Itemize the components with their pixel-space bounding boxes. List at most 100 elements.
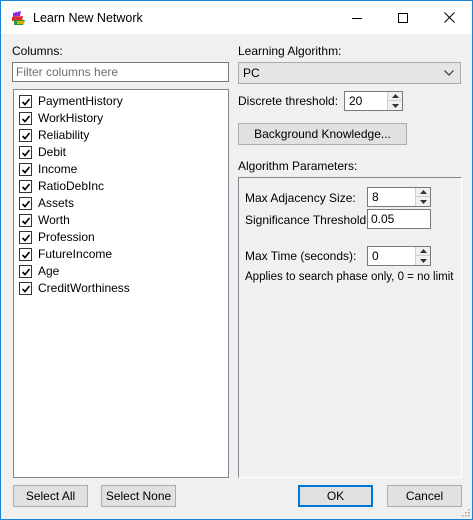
- spin-down-button[interactable]: [388, 101, 402, 110]
- title-bar: Learn New Network: [1, 1, 472, 34]
- checkbox[interactable]: [19, 196, 32, 210]
- checkmark-icon: [21, 267, 31, 276]
- max-time-value: 0: [372, 249, 379, 263]
- caret-down-icon: [419, 199, 427, 204]
- checkbox[interactable]: [19, 94, 32, 108]
- list-item-label: Assets: [38, 196, 75, 210]
- significance-threshold-label: Significance Threshold:: [245, 213, 370, 227]
- spinner-buttons: [415, 188, 430, 206]
- checkmark-icon: [21, 233, 31, 242]
- discrete-threshold-value: 20: [349, 94, 363, 108]
- list-item[interactable]: WorkHistory: [19, 110, 103, 126]
- checkmark-icon: [21, 182, 31, 191]
- list-item[interactable]: Income: [19, 161, 77, 177]
- list-item-label: Age: [38, 264, 60, 278]
- learn-network-dialog: Learn New Network Columns: Filter column…: [0, 0, 473, 520]
- checkmark-icon: [21, 284, 31, 293]
- list-item-label: Worth: [38, 213, 70, 227]
- checkbox[interactable]: [19, 213, 32, 227]
- checkbox[interactable]: [19, 145, 32, 159]
- list-item[interactable]: Age: [19, 263, 59, 279]
- checkmark-icon: [21, 131, 31, 140]
- caret-down-icon: [419, 258, 427, 263]
- minimize-button[interactable]: [334, 1, 380, 34]
- list-item-label: Reliability: [38, 128, 90, 142]
- learning-algorithm-select[interactable]: PC: [238, 62, 461, 84]
- resize-grip-icon[interactable]: [460, 507, 470, 517]
- list-item-label: Profession: [38, 230, 95, 244]
- spinner-buttons: [387, 92, 402, 110]
- caret-up-icon: [419, 249, 427, 253]
- cancel-button[interactable]: Cancel: [387, 485, 462, 507]
- columns-list[interactable]: PaymentHistory WorkHistory Reliability D…: [13, 89, 229, 478]
- ok-button[interactable]: OK: [298, 485, 373, 507]
- maximize-button[interactable]: [380, 1, 426, 34]
- select-none-button[interactable]: Select None: [101, 485, 176, 507]
- list-item-label: Income: [38, 162, 78, 176]
- checkbox[interactable]: [19, 128, 32, 142]
- columns-label: Columns:: [12, 44, 63, 58]
- checkmark-icon: [21, 148, 31, 157]
- discrete-threshold-label: Discrete threshold:: [238, 94, 339, 108]
- list-item-label: PaymentHistory: [38, 94, 123, 108]
- max-adjacency-value: 8: [372, 190, 379, 204]
- chevron-down-icon: [444, 70, 454, 76]
- list-item-label: CreditWorthiness: [38, 281, 130, 295]
- algorithm-parameters-panel: Max Adjacency Size: 8 Significance Thres…: [238, 177, 462, 478]
- spin-up-button[interactable]: [416, 247, 430, 256]
- checkmark-icon: [21, 216, 31, 225]
- select-all-button[interactable]: Select All: [13, 485, 88, 507]
- list-item[interactable]: FutureIncome: [19, 246, 112, 262]
- spin-down-button[interactable]: [416, 256, 430, 265]
- checkbox[interactable]: [19, 230, 32, 244]
- significance-threshold-input[interactable]: 0.05: [367, 209, 431, 229]
- list-item-label: FutureIncome: [38, 247, 113, 261]
- list-item[interactable]: Reliability: [19, 127, 89, 143]
- learning-algorithm-value: PC: [243, 66, 260, 80]
- learning-algorithm-label: Learning Algorithm:: [238, 44, 342, 58]
- checkmark-icon: [21, 165, 31, 174]
- spin-up-button[interactable]: [388, 92, 402, 101]
- list-item[interactable]: Profession: [19, 229, 95, 245]
- max-adjacency-spinner[interactable]: 8: [367, 187, 431, 207]
- list-item[interactable]: CreditWorthiness: [19, 280, 130, 296]
- filter-columns-input[interactable]: Filter columns here: [12, 62, 229, 82]
- list-item[interactable]: Debit: [19, 144, 66, 160]
- checkbox[interactable]: [19, 179, 32, 193]
- list-item-label: RatioDebInc: [38, 179, 105, 193]
- app-logo-icon: [12, 11, 25, 25]
- checkmark-icon: [21, 199, 31, 208]
- list-item-label: WorkHistory: [38, 111, 104, 125]
- background-knowledge-button[interactable]: Background Knowledge...: [238, 123, 407, 145]
- max-time-note: Applies to search phase only, 0 = no lim…: [245, 271, 454, 283]
- checkbox[interactable]: [19, 111, 32, 125]
- checkbox[interactable]: [19, 281, 32, 295]
- caret-down-icon: [391, 103, 399, 108]
- close-icon: [443, 12, 455, 23]
- spin-up-button[interactable]: [416, 188, 430, 197]
- checkmark-icon: [21, 97, 31, 106]
- minimize-icon: [352, 17, 362, 19]
- checkbox[interactable]: [19, 162, 32, 176]
- checkbox[interactable]: [19, 247, 32, 261]
- discrete-threshold-spinner[interactable]: 20: [344, 91, 403, 111]
- list-item[interactable]: PaymentHistory: [19, 93, 123, 109]
- max-time-label: Max Time (seconds):: [245, 249, 357, 263]
- checkmark-icon: [21, 250, 31, 259]
- list-item[interactable]: Worth: [19, 212, 70, 228]
- max-time-spinner[interactable]: 0: [367, 246, 431, 266]
- spin-down-button[interactable]: [416, 197, 430, 206]
- algorithm-parameters-label: Algorithm Parameters:: [238, 159, 358, 173]
- close-button[interactable]: [426, 1, 472, 34]
- checkmark-icon: [21, 114, 31, 123]
- caret-up-icon: [419, 190, 427, 194]
- list-item[interactable]: RatioDebInc: [19, 178, 104, 194]
- caret-up-icon: [391, 94, 399, 98]
- maximize-icon: [398, 12, 408, 23]
- list-item[interactable]: Assets: [19, 195, 74, 211]
- checkbox[interactable]: [19, 264, 32, 278]
- max-adjacency-label: Max Adjacency Size:: [245, 191, 356, 205]
- window-title: Learn New Network: [33, 11, 143, 25]
- spinner-buttons: [415, 247, 430, 265]
- list-item-label: Debit: [38, 145, 67, 159]
